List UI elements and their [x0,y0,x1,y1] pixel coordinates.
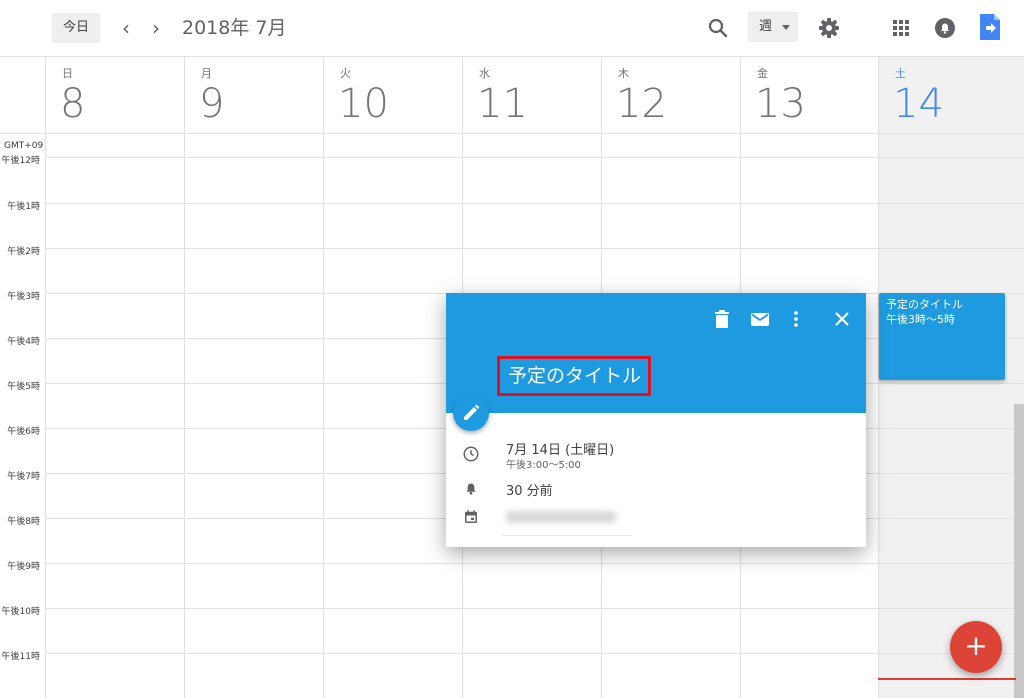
day-header-sun[interactable]: 日 8 [45,57,184,133]
bell-icon [466,483,476,495]
search-icon[interactable] [706,16,730,40]
hour-line [45,608,1024,609]
today-button[interactable]: 今日 [52,13,100,43]
reminder-text: 30 分前 [506,484,553,499]
day-header-fri[interactable]: 金 13 [740,57,878,133]
add-event-button[interactable]: + [950,621,1002,673]
time-label: 午後7時 [7,472,40,482]
time-label: 午後6時 [7,427,40,437]
day-number[interactable]: 12 [616,79,667,129]
view-select[interactable]: 週 [748,12,798,42]
time-label: 午後12時 [1,156,40,166]
event-title: 予定のタイトル [886,298,963,311]
day-header-tue[interactable]: 火 10 [323,57,462,133]
prev-week-button[interactable]: ‹ [114,14,138,42]
timezone-label: GMT+09 [4,141,44,151]
divider [502,535,632,536]
month-title: 2018年 7月 [182,17,287,39]
current-time-line [878,678,1016,680]
view-select-label: 週 [759,19,773,34]
scrollbar[interactable] [1014,404,1024,698]
day-number[interactable]: 10 [338,79,389,129]
event-time: 午後3時～5時 [886,313,955,326]
time-label: 午後3時 [7,292,40,302]
hour-line [45,248,1024,249]
day-number[interactable]: 13 [755,79,806,129]
day-header-thu[interactable]: 木 12 [601,57,740,133]
extension-icon[interactable] [978,12,1002,42]
more-vert-icon[interactable] [784,307,808,331]
day-number[interactable]: 14 [893,79,944,129]
event-detail-popup: 予定のタイトル 7月 14日 (土曜日) 午後3:00～5:00 30 分前 [446,293,866,547]
trash-icon[interactable] [710,307,734,331]
notifications-icon[interactable] [933,16,957,40]
apps-grid-icon[interactable] [889,16,913,40]
divider [45,157,1024,158]
day-header-sat[interactable]: 土 14 [878,57,1024,133]
day-column[interactable] [45,134,184,698]
hour-line [45,653,1024,654]
hour-line [45,203,1024,204]
time-label: 午後9時 [7,562,40,572]
time-label: 午後2時 [7,247,40,257]
popup-header: 予定のタイトル [446,293,866,413]
day-column[interactable] [184,134,323,698]
close-icon[interactable] [830,307,854,331]
calendar-name-redacted [506,511,616,523]
day-number[interactable]: 8 [60,79,85,129]
calendar-icon [465,510,477,523]
day-header-mon[interactable]: 月 9 [184,57,323,133]
time-label: 午後11時 [1,652,40,662]
chevron-down-icon [782,25,790,30]
day-column[interactable] [323,134,462,698]
day-column-today[interactable] [878,134,1024,698]
clock-icon [463,446,479,462]
time-label: 午後5時 [7,382,40,392]
day-header-wed[interactable]: 水 11 [462,57,601,133]
event-block[interactable]: 予定のタイトル 午後3時～5時 [879,293,1005,380]
day-number[interactable]: 11 [477,79,528,129]
time-label: 午後10時 [1,607,40,617]
time-label: 午後1時 [7,202,40,212]
popup-event-title: 予定のタイトル [508,365,642,387]
gear-icon[interactable] [817,16,841,40]
time-label: 午後8時 [7,517,40,527]
mail-icon[interactable] [748,307,772,331]
pencil-icon[interactable] [453,395,489,431]
top-bar: 今日 ‹ › 2018年 7月 週 [0,0,1024,57]
next-week-button[interactable]: › [144,14,168,42]
hour-line [45,563,1024,564]
time-label: 午後4時 [7,337,40,347]
event-time-range: 午後3:00～5:00 [506,460,581,471]
day-number[interactable]: 9 [199,79,224,129]
